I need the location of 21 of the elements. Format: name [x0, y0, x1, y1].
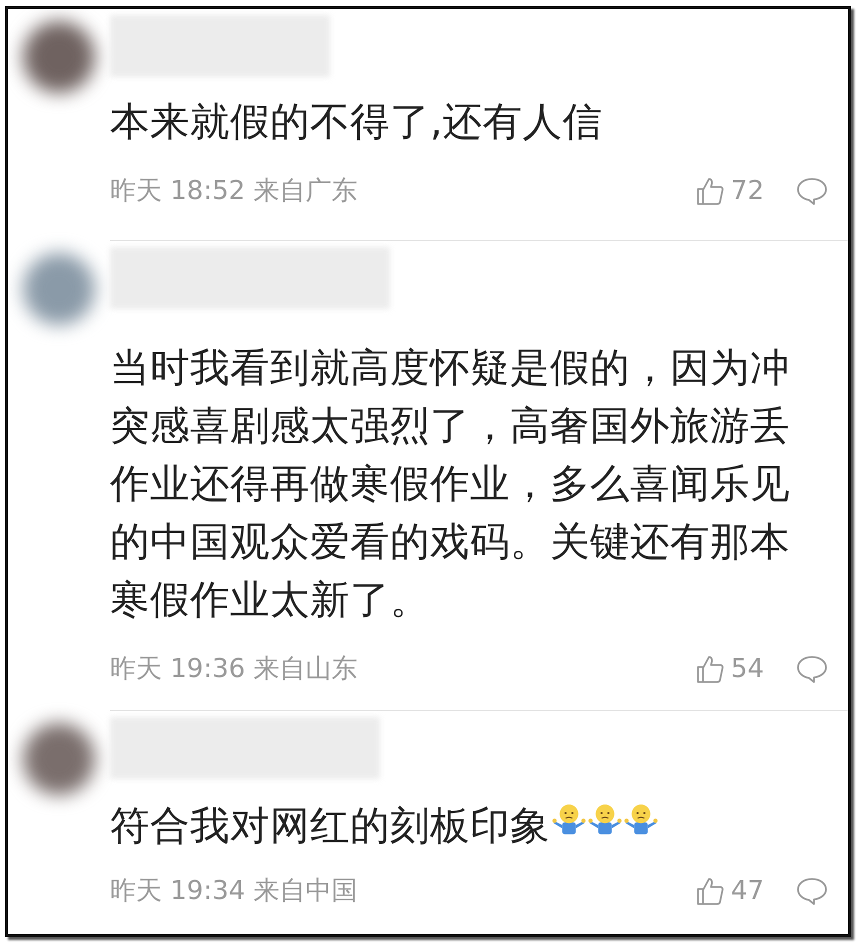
comment-text: 当时我看到就高度怀疑是假的，因为冲突感喜剧感太强烈了，高奢国外旅游丢作业还得再做寒假作业，多么喜闻乐见的中国观众爱看的戏码。关键还有那本寒假作业太新了。	[110, 344, 790, 625]
shrug-emoji-icon	[552, 802, 586, 836]
avatar[interactable]	[23, 21, 95, 93]
comment-text: 本来就假的不得了,还有人信	[110, 98, 603, 147]
thumbs-up-icon[interactable]	[694, 176, 725, 206]
comment-time-location: 昨天 18:52 来自广东	[110, 175, 358, 208]
like-count: 54	[730, 654, 764, 684]
like-count: 47	[730, 876, 764, 906]
like-count: 72	[730, 176, 764, 206]
thumbs-up-icon[interactable]	[694, 876, 725, 906]
comment-time-location: 昨天 19:36 来自山东	[110, 653, 358, 686]
shrug-emoji-icon	[624, 802, 658, 836]
shrug-emoji-icon	[588, 802, 622, 836]
comment-text: 符合我对网红的刻板印象	[110, 802, 550, 851]
avatar[interactable]	[23, 253, 95, 325]
comment-bubble-icon[interactable]	[796, 876, 828, 906]
avatar[interactable]	[23, 723, 95, 795]
comment-bubble-icon[interactable]	[796, 654, 828, 684]
comment-bubble-icon[interactable]	[796, 176, 828, 206]
thumbs-up-icon[interactable]	[694, 654, 725, 684]
comment-time-location: 昨天 19:34 来自中国	[110, 875, 358, 908]
